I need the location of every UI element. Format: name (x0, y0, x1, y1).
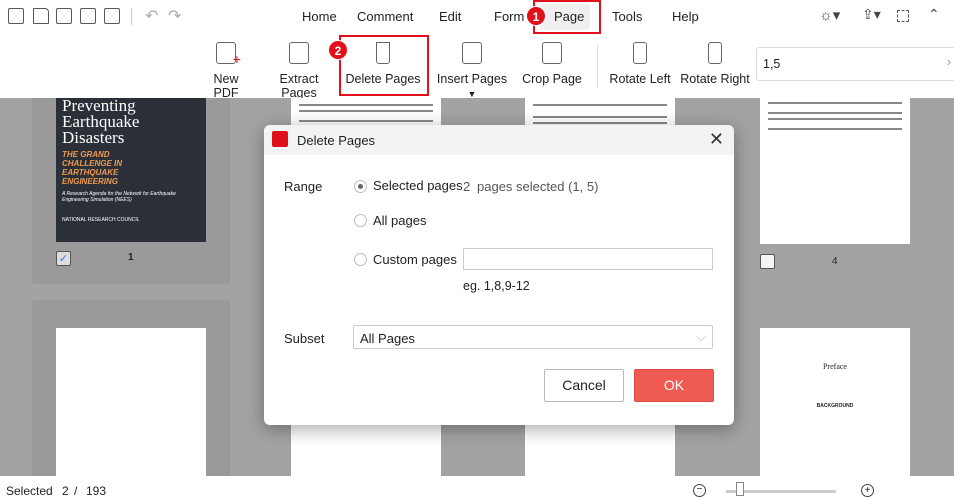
chevron-right-icon[interactable]: › (947, 55, 951, 69)
cover-subtitle: THE GRAND CHALLENGE IN EARTHQUAKE ENGINE… (62, 150, 122, 186)
delete-pages-dialog: Delete Pages ✕ Range Selected pages 2 pa… (264, 125, 734, 425)
extract-pages-button[interactable]: Extract Pages (262, 38, 336, 100)
undo-icon[interactable]: ↶ (145, 6, 158, 26)
all-pages-label[interactable]: All pages (373, 213, 426, 228)
extract-pages-icon (289, 42, 309, 64)
custom-hint: eg. 1,8,9-12 (463, 279, 530, 293)
page-number-1: 1 (128, 252, 134, 263)
menu-help[interactable]: Help (672, 9, 699, 24)
rotate-right-icon (708, 42, 722, 64)
subset-label: Subset (284, 331, 325, 346)
cover-title: Preventing Earthquake Disasters (62, 98, 140, 147)
page-checkbox-4[interactable] (760, 254, 775, 269)
ribbon: + New PDF Extract Pages Delete Pages Inse… (0, 34, 954, 100)
page-thumbnail-5 (56, 328, 206, 476)
menu-comment[interactable]: Comment (357, 9, 413, 24)
crop-page-button[interactable]: Crop Page (522, 38, 582, 86)
cover-publisher: NATIONAL RESEARCH COUNCIL (62, 217, 140, 223)
status-bar: Selected 2 / 193 − + (0, 476, 954, 498)
menu-form[interactable]: Form (494, 9, 524, 24)
radio-all-pages[interactable] (354, 214, 367, 227)
insert-pages-icon (462, 42, 482, 64)
crop-icon (542, 42, 562, 64)
menu-edit[interactable]: Edit (439, 9, 461, 24)
chevron-down-icon: ⌵ (696, 329, 706, 344)
custom-pages-input[interactable] (463, 248, 713, 270)
preface-heading: Preface (823, 362, 847, 371)
share-icon[interactable]: ⇪▾ (862, 6, 881, 23)
subset-select[interactable]: All Pages ⌵ (353, 325, 713, 349)
ok-button[interactable]: OK (634, 369, 714, 402)
insert-pages-label: Insert Pages (436, 72, 508, 86)
fullscreen-icon[interactable] (897, 10, 909, 22)
cancel-button[interactable]: Cancel (544, 369, 624, 402)
rotate-right-button[interactable]: Rotate Right (680, 38, 750, 86)
collapse-icon[interactable]: ⌃ (928, 6, 940, 23)
thumbnail-card-5[interactable] (32, 300, 230, 476)
top-bar: ↶ ↷ Home Comment Edit Form Page Tools He… (0, 0, 954, 34)
selected-info: pages selected (1, 5) (477, 179, 599, 194)
subset-value: All Pages (360, 331, 415, 346)
radio-selected-pages[interactable] (354, 180, 367, 193)
crop-page-label: Crop Page (522, 72, 582, 86)
open-folder-icon[interactable] (33, 8, 49, 24)
rotate-left-icon (633, 42, 647, 64)
page-checkbox-1[interactable]: ✓ (56, 251, 71, 266)
save-icon[interactable] (56, 8, 72, 24)
divider (597, 44, 598, 88)
print-icon[interactable] (104, 8, 120, 24)
theme-icon[interactable]: ☼▾ (819, 6, 840, 24)
selected-pages-label[interactable]: Selected pages (373, 178, 463, 193)
dialog-header: Delete Pages ✕ (264, 125, 734, 155)
app-logo-icon (272, 131, 288, 147)
save-as-icon[interactable] (80, 8, 96, 24)
insert-pages-button[interactable]: Insert Pages ▼ (432, 38, 512, 100)
page-range-value: 1,5 (763, 57, 781, 71)
background-heading: BACKGROUND (816, 403, 854, 409)
selected-count: 2 (463, 179, 471, 194)
page-thumbnail-4[interactable] (760, 98, 910, 244)
page-thumbnail-8[interactable]: Preface BACKGROUND (760, 328, 910, 476)
step-badge-2: 2 (328, 40, 348, 60)
zoom-out-icon[interactable]: − (693, 484, 706, 497)
custom-pages-label[interactable]: Custom pages (373, 252, 457, 267)
rotate-left-label: Rotate Left (609, 72, 671, 86)
menu-home[interactable]: Home (302, 9, 337, 24)
page-range-input[interactable]: 1,5 › (756, 47, 954, 81)
radio-custom-pages[interactable] (354, 253, 367, 266)
new-pdf-label: New PDF (213, 72, 239, 100)
divider (131, 8, 132, 25)
new-file-icon[interactable] (8, 8, 24, 24)
thumbnail-card-1[interactable]: Preventing Earthquake Disasters THE GRAN… (32, 98, 230, 284)
zoom-slider-handle[interactable] (736, 482, 744, 496)
extract-pages-label: Extract Pages (279, 72, 319, 100)
new-pdf-button[interactable]: + New PDF (200, 38, 252, 100)
dialog-title: Delete Pages (297, 133, 376, 148)
menu-tools[interactable]: Tools (612, 9, 642, 24)
range-label: Range (284, 179, 323, 194)
page-number-4: 4 (832, 256, 838, 267)
zoom-in-icon[interactable]: + (861, 484, 874, 497)
highlight-delete-pages (339, 35, 429, 96)
rotate-left-button[interactable]: Rotate Left (608, 38, 672, 86)
cover-caption: A Research Agenda for the Network for Ea… (62, 191, 176, 203)
close-icon[interactable]: ✕ (709, 129, 724, 150)
redo-icon[interactable]: ↷ (168, 6, 181, 26)
step-badge-1: 1 (526, 6, 546, 26)
cover-page: Preventing Earthquake Disasters THE GRAN… (56, 98, 206, 242)
new-pdf-icon: + (216, 42, 241, 67)
rotate-right-label: Rotate Right (680, 72, 750, 86)
